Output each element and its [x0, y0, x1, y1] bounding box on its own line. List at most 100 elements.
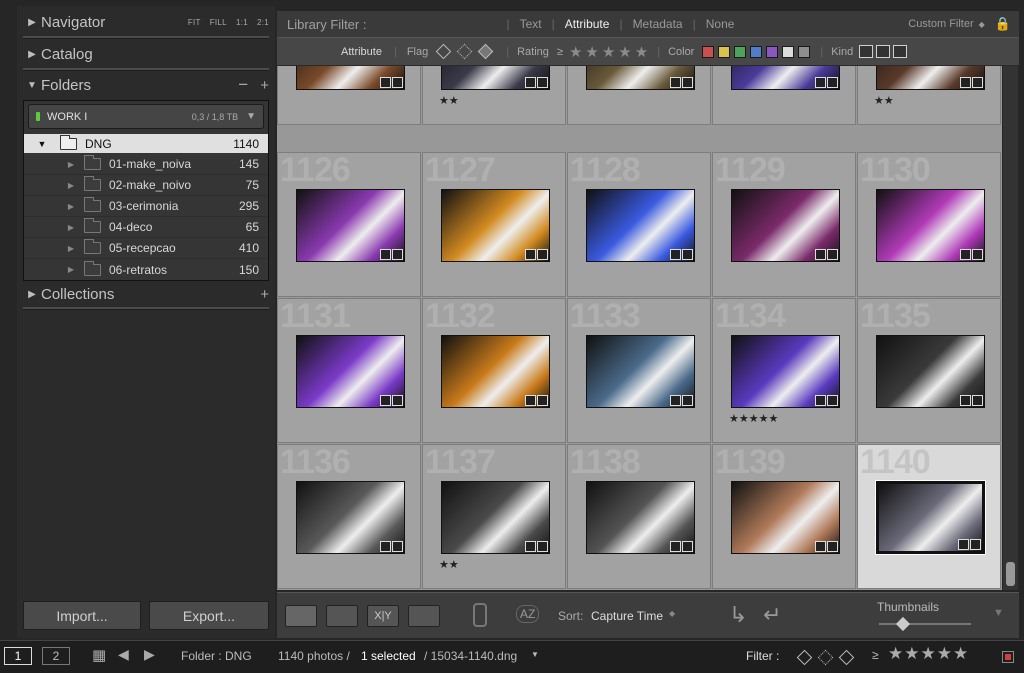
photo-cell[interactable] [712, 66, 856, 125]
photo-thumbnail[interactable] [441, 189, 550, 262]
slider-thumb[interactable] [895, 616, 911, 632]
folder-row[interactable]: ▶ 01-make_noiva 145 [24, 154, 268, 175]
folder-source[interactable]: Folder : DNG [181, 649, 252, 663]
develop-badge-icon[interactable] [537, 541, 548, 552]
photo-cell[interactable]: 1128 [567, 151, 711, 297]
screen-2-button[interactable]: 2 [42, 647, 70, 665]
kind-video-icon[interactable] [893, 45, 908, 58]
photo-cell[interactable]: 1135 [857, 297, 1001, 443]
keyword-badge-icon[interactable] [380, 541, 391, 552]
develop-badge-icon[interactable] [682, 395, 693, 406]
folder-row-dng[interactable]: ▼ DNG 1140 [24, 134, 268, 153]
photo-cell[interactable]: 1130 [857, 151, 1001, 297]
expand-arrow-icon[interactable]: ▼ [24, 139, 60, 149]
filter-metadata-tab[interactable]: Metadata [633, 17, 683, 31]
rating-stars[interactable]: ★ ★ ★ ★ ★ [569, 43, 651, 61]
flag-pick-icon[interactable] [435, 43, 452, 60]
develop-badge-icon[interactable] [392, 395, 403, 406]
photo-thumbnail[interactable] [876, 66, 985, 90]
photo-cell[interactable]: 1132 [422, 297, 566, 443]
color-swatch[interactable] [702, 45, 715, 58]
grid-view-icon[interactable] [285, 605, 317, 627]
navigator-header[interactable]: ▶ Navigator FIT FILL 1:1 2:1 [23, 9, 269, 35]
develop-badge-icon[interactable] [392, 249, 403, 260]
photo-cell[interactable] [567, 66, 711, 125]
develop-badge-icon[interactable] [537, 77, 548, 88]
color-swatch[interactable] [734, 45, 747, 58]
flag-unflagged-icon[interactable] [456, 43, 473, 60]
keyword-badge-icon[interactable] [380, 249, 391, 260]
keyword-badge-icon[interactable] [960, 77, 971, 88]
survey-view-icon[interactable] [408, 605, 440, 627]
keyword-badge-icon[interactable] [525, 77, 536, 88]
chevron-updown-icon[interactable]: ◆ [979, 20, 985, 29]
photo-cell[interactable]: 1131 [277, 297, 421, 443]
develop-badge-icon[interactable] [682, 249, 693, 260]
grid-scrollbar[interactable] [1003, 66, 1018, 590]
sort-dropdown[interactable]: Capture Time [591, 609, 663, 623]
remove-folder-icon[interactable]: − [238, 75, 248, 95]
add-folder-icon[interactable]: + [260, 77, 269, 94]
rotate-right-icon[interactable]: ↵ [763, 602, 781, 628]
photo-cell[interactable]: 1140 [857, 443, 1001, 589]
photo-cell[interactable]: 1127 [422, 151, 566, 297]
photo-thumbnail[interactable] [876, 189, 985, 262]
keyword-badge-icon[interactable] [815, 77, 826, 88]
photo-cell[interactable]: ★★ [422, 66, 566, 125]
star-icon[interactable]: ★ [635, 44, 648, 61]
folder-row[interactable]: ▶ 06-retratos 150 [24, 259, 268, 280]
photo-thumbnail[interactable] [875, 480, 986, 555]
thumbnail-size-slider[interactable] [879, 623, 971, 625]
spray-can-icon[interactable] [473, 603, 487, 627]
photo-cell[interactable]: 1133 [567, 297, 711, 443]
grid-icon[interactable]: ▦ [92, 646, 106, 664]
filter-none-tab[interactable]: None [706, 17, 735, 31]
keyword-badge-icon[interactable] [815, 249, 826, 260]
photo-thumbnail[interactable] [731, 335, 840, 408]
photo-thumbnail[interactable] [731, 66, 840, 90]
chevron-updown-icon[interactable]: ◆ [669, 609, 675, 618]
rotate-left-icon[interactable]: ↳ [729, 602, 747, 628]
flag-rejected-icon[interactable] [838, 649, 855, 666]
star-icon[interactable]: ★ [618, 44, 631, 61]
photo-thumbnail[interactable] [441, 481, 550, 554]
dropdown-arrow-icon[interactable]: ▼ [531, 650, 539, 659]
develop-badge-icon[interactable] [827, 77, 838, 88]
photo-thumbnail[interactable] [296, 66, 405, 90]
develop-badge-icon[interactable] [682, 77, 693, 88]
keyword-badge-icon[interactable] [525, 249, 536, 260]
zoom-fill[interactable]: FILL [210, 18, 227, 27]
photo-thumbnail[interactable] [586, 481, 695, 554]
photo-rating[interactable]: ★★ [439, 94, 459, 107]
develop-badge-icon[interactable] [972, 77, 983, 88]
photo-cell[interactable]: 1126 [277, 151, 421, 297]
folder-row[interactable]: ▶ 04-deco 65 [24, 217, 268, 238]
add-collection-icon[interactable]: + [260, 286, 269, 303]
kind-virtual-copy-icon[interactable] [876, 45, 891, 58]
photo-thumbnail[interactable] [731, 481, 840, 554]
develop-badge-icon[interactable] [827, 395, 838, 406]
photo-thumbnail[interactable] [441, 335, 550, 408]
catalog-header[interactable]: ▶ Catalog [23, 41, 269, 67]
zoom-fit[interactable]: FIT [188, 18, 201, 27]
keyword-badge-icon[interactable] [960, 395, 971, 406]
photo-thumbnail[interactable] [876, 335, 985, 408]
develop-badge-icon[interactable] [537, 395, 548, 406]
develop-badge-icon[interactable] [392, 541, 403, 552]
sort-direction-icon[interactable]: AZ [516, 605, 540, 623]
toolbar-options-chevron-icon[interactable]: ▼ [993, 607, 1004, 619]
photo-thumbnail[interactable] [731, 189, 840, 262]
flag-pick-icon[interactable] [796, 649, 813, 666]
develop-badge-icon[interactable] [972, 249, 983, 260]
photo-cell[interactable]: ★★ [857, 66, 1001, 125]
keyword-badge-icon[interactable] [958, 539, 969, 550]
photo-thumbnail[interactable] [586, 66, 695, 90]
scrollbar-thumb[interactable] [1006, 562, 1015, 586]
filter-text-tab[interactable]: Text [520, 17, 542, 31]
volume-header[interactable]: WORK I 0,3 / 1,8 TB ▼ [28, 104, 264, 129]
export-button[interactable]: Export... [149, 601, 269, 630]
flag-rejected-icon[interactable] [477, 43, 494, 60]
screen-1-button[interactable]: 1 [4, 647, 32, 665]
develop-badge-icon[interactable] [392, 77, 403, 88]
photo-thumbnail[interactable] [586, 335, 695, 408]
